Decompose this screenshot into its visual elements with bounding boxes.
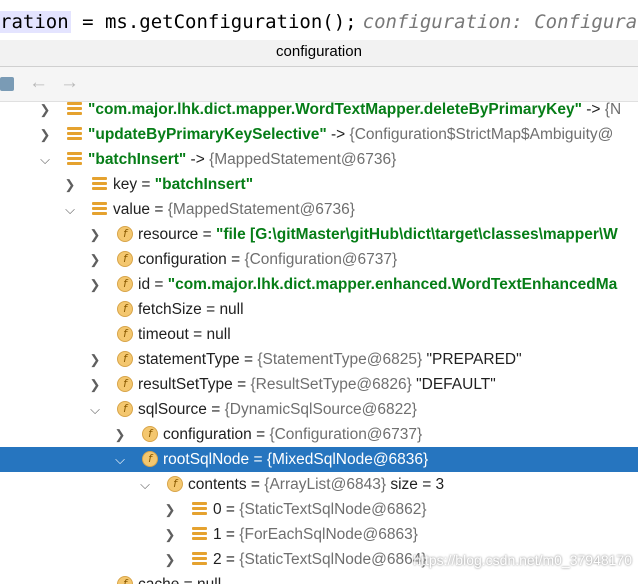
popup-toolbar: ← → (0, 67, 638, 102)
chevron-down-icon[interactable]: ⌵ (38, 147, 52, 172)
code-highlighted-token: ration (0, 11, 71, 33)
tree-row[interactable]: ❯ f resource = "file [G:\gitMaster\gitHu… (0, 222, 638, 247)
variables-tree: ❯ "com.major.lhk.dict.mapper.WordTextMap… (0, 101, 638, 584)
chevron-right-icon[interactable]: ❯ (88, 347, 102, 372)
tree-row[interactable]: ⌵ "batchInsert" -> {MappedStatement@6736… (0, 147, 638, 172)
array-item-icon (192, 502, 207, 516)
chevron-down-icon[interactable]: ⌵ (63, 197, 77, 222)
field-icon: f (117, 351, 133, 367)
chevron-right-icon[interactable]: ❯ (38, 122, 52, 147)
field-name: rootSqlNode (163, 451, 250, 468)
chevron-right-icon[interactable]: ❯ (163, 547, 177, 572)
field-name: fetchSize (138, 301, 202, 318)
entry-key: "batchInsert" (88, 151, 187, 168)
field-name: resource (138, 226, 199, 243)
field-name: resultSetType (138, 376, 233, 393)
field-name: id (138, 276, 151, 293)
chevron-down-icon[interactable]: ⌵ (113, 447, 127, 472)
inline-value-hint: configuration: Configurat (362, 11, 638, 33)
chevron-right-icon[interactable]: ❯ (163, 497, 177, 522)
chevron-right-icon[interactable]: ❯ (88, 272, 102, 297)
map-entry-icon (67, 127, 82, 141)
field-icon: f (117, 301, 133, 317)
field-icon: f (117, 251, 133, 267)
tree-row[interactable]: ❯ 0 = {StaticTextSqlNode@6862} (0, 497, 638, 522)
field-name: statementType (138, 351, 240, 368)
entry-field-icon (92, 202, 107, 216)
back-arrow-icon[interactable]: ← (29, 72, 48, 94)
field-icon: f (142, 451, 158, 467)
field-name: configuration (163, 426, 252, 443)
tree-row[interactable]: ❯ "updateByPrimaryKeySelective" -> {Conf… (0, 122, 638, 147)
debug-popup-title: configuration (0, 40, 638, 67)
field-name: value (113, 201, 151, 218)
editor-code-line: ration = ms.getConfiguration(); configura… (0, 0, 638, 44)
entry-field-icon (92, 177, 107, 191)
tree-row-selected[interactable]: ⌵ f rootSqlNode = {MixedSqlNode@6836} (0, 447, 638, 472)
item-index: 1 (213, 526, 222, 543)
tree-row[interactable]: ❯ f id = "com.major.lhk.dict.mapper.enha… (0, 272, 638, 297)
tree-row[interactable]: ❯ f configuration = {Configuration@6737} (0, 422, 638, 447)
field-icon: f (117, 276, 133, 292)
tree-row[interactable]: ❯ "com.major.lhk.dict.mapper.WordTextMap… (0, 101, 638, 122)
tree-row[interactable]: ❯ f resultSetType = {ResultSetType@6826}… (0, 372, 638, 397)
field-name: configuration (138, 251, 227, 268)
watermark: https://blog.csdn.net/m0_37948170 (413, 552, 632, 568)
tree-row[interactable]: ❯ key = "batchInsert" (0, 172, 638, 197)
tree-row[interactable]: f fetchSize = null (0, 297, 638, 322)
forward-arrow-icon[interactable]: → (60, 72, 79, 94)
entry-key: "updateByPrimaryKeySelective" (88, 126, 327, 143)
tree-row[interactable]: ❯ f statementType = {StatementType@6825}… (0, 347, 638, 372)
field-icon: f (117, 401, 133, 417)
tree-row[interactable]: ⌵ value = {MappedStatement@6736} (0, 197, 638, 222)
array-item-icon (192, 552, 207, 566)
chevron-down-icon[interactable]: ⌵ (88, 397, 102, 422)
field-name: key (113, 176, 138, 193)
field-name: timeout (138, 326, 189, 343)
tree-row[interactable]: f timeout = null (0, 322, 638, 347)
field-icon: f (117, 576, 133, 584)
watch-icon[interactable] (0, 77, 14, 91)
field-icon: f (117, 326, 133, 342)
chevron-right-icon[interactable]: ❯ (113, 422, 127, 447)
field-name: contents (188, 476, 247, 493)
item-index: 0 (213, 501, 222, 518)
tree-row[interactable]: f cache = null (0, 572, 638, 584)
field-icon: f (117, 376, 133, 392)
map-entry-icon (67, 152, 82, 166)
chevron-right-icon[interactable]: ❯ (163, 522, 177, 547)
chevron-down-icon[interactable]: ⌵ (138, 472, 152, 497)
chevron-right-icon[interactable]: ❯ (63, 172, 77, 197)
field-icon: f (117, 226, 133, 242)
field-name: sqlSource (138, 401, 207, 418)
item-index: 2 (213, 551, 222, 568)
tree-row[interactable]: ⌵ f contents = {ArrayList@6843} size = 3 (0, 472, 638, 497)
tree-row[interactable]: ⌵ f sqlSource = {DynamicSqlSource@6822} (0, 397, 638, 422)
chevron-right-icon[interactable]: ❯ (88, 247, 102, 272)
tree-row[interactable]: ❯ 1 = {ForEachSqlNode@6863} (0, 522, 638, 547)
field-icon: f (142, 426, 158, 442)
tree-row[interactable]: ❯ f configuration = {Configuration@6737} (0, 247, 638, 272)
entry-key: "com.major.lhk.dict.mapper.WordTextMappe… (88, 101, 582, 118)
field-icon: f (167, 476, 183, 492)
chevron-right-icon[interactable]: ❯ (88, 372, 102, 397)
array-item-icon (192, 527, 207, 541)
map-entry-icon (67, 102, 82, 116)
field-name: cache (138, 576, 179, 584)
chevron-right-icon[interactable]: ❯ (88, 222, 102, 247)
chevron-right-icon[interactable]: ❯ (38, 101, 52, 122)
code-expression: = ms.getConfiguration(); (70, 11, 357, 33)
